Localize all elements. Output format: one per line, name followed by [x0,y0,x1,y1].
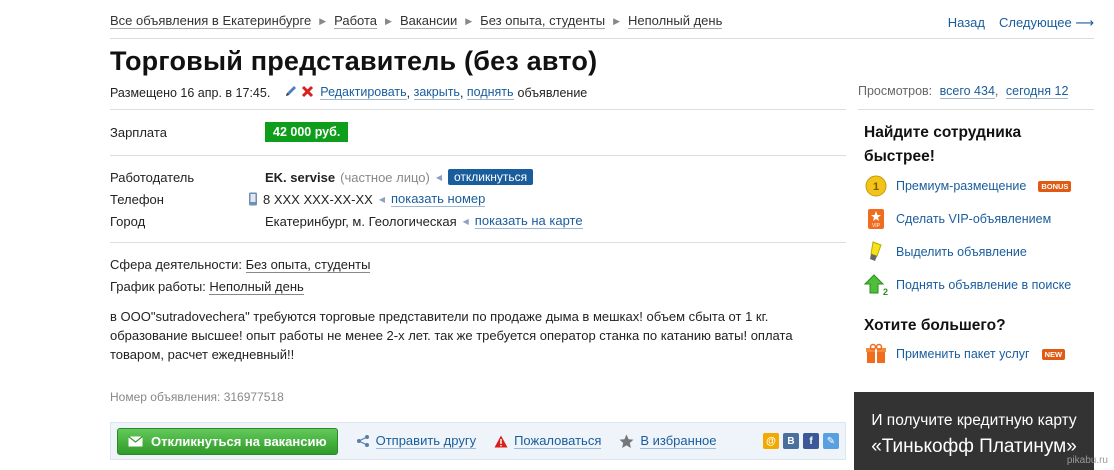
phone-number: 8 XXX XXX-XX-XX [263,191,373,207]
triangle-left-icon: ◀ [435,172,443,182]
social-share: @ В f ✎ [763,433,839,449]
breadcrumb-divider [110,38,1094,39]
vip-icon: VIP [864,207,888,231]
breadcrumb-item-work[interactable]: Работа [334,13,378,29]
banner-line-2: «Тинькофф Платинум» [871,436,1077,457]
new-badge: NEW [1041,348,1066,360]
star-icon [619,434,634,449]
banner-line-1: И получите кредитную карту [871,412,1077,429]
edit-link[interactable]: Редактировать [320,85,407,100]
show-phone-link[interactable]: показать номер [390,191,486,207]
svg-text:VIP: VIP [872,223,881,229]
city-value: Екатеринбург, м. Геологическая [265,213,457,229]
breadcrumb-item-vacancies[interactable]: Вакансии [399,13,458,29]
back-link[interactable]: Назад [948,15,985,31]
posted-date: Размещено 16 апр. в 17:45. [110,85,271,100]
employer-name: EK. servise [265,169,336,185]
ad-description: в ООО"sutradovechera" требуются торговые… [110,309,793,362]
phone-label: Телефон [110,192,164,207]
credit-card-banner[interactable]: И получите кредитную карту «Тинькофф Пла… [854,392,1094,470]
next-link[interactable]: Следующее ⟶ [999,15,1094,31]
sphere-row: Сфера деятельности: Без опыта, студенты [110,257,371,273]
vip-link[interactable]: Сделать VIP-объявлением [896,212,1051,226]
promo-heading: Найдите сотрудника быстрее! [864,124,1022,165]
raise-in-search-link[interactable]: Поднять объявление в поиске [896,278,1071,292]
arrow-up-icon: 2 [864,273,888,297]
package-link[interactable]: Применить пакет услуг [896,347,1030,361]
employer-label: Работодатель [110,170,195,185]
raise-link[interactable]: поднять [466,85,514,100]
divider [110,155,846,156]
breadcrumb-item-all[interactable]: Все объявления в Екатеринбурге [110,13,312,29]
page-title: Торговый представитель (без авто) [110,46,598,76]
apply-button-label: Откликнуться на вакансию [151,433,327,449]
views-counter: Просмотров: всего 434, сегодня 12 [858,84,1069,99]
send-to-friend-link[interactable]: Отправить другу [375,433,477,449]
promo-item-raise[interactable]: 2 Поднять объявление в поиске [864,273,1071,297]
warning-icon [494,435,508,448]
facebook-icon[interactable]: f [803,433,819,449]
vkontakte-icon[interactable]: В [783,433,799,449]
premium-link[interactable]: Премиум-размещение [896,179,1026,193]
close-link[interactable]: закрыть [413,85,460,100]
breadcrumb-separator-icon: ▶ [465,15,473,26]
divider [110,109,846,110]
svg-text:1: 1 [873,181,879,193]
meta-suffix: объявление [517,85,588,100]
employer-type: (частное лицо) [340,169,430,185]
share-icon [356,434,370,448]
show-map-link[interactable]: показать на карте [474,213,583,229]
promo-item-premium[interactable]: 1 Премиум-размещение BONUS [864,174,1072,198]
pencil-icon[interactable] [284,84,298,101]
send-to-friend[interactable]: Отправить другу [356,433,477,449]
highlighter-icon [864,240,888,264]
promo-item-highlight[interactable]: Выделить объявление [864,240,1027,264]
envelope-icon [128,435,143,447]
triangle-left-icon: ◀ [462,216,469,226]
divider [110,242,846,243]
breadcrumb-separator-icon: ▶ [613,15,620,26]
breadcrumb-item-part-time[interactable]: Неполный день [627,13,723,29]
mobile-phone-icon [248,192,258,206]
report[interactable]: Пожаловаться [494,433,602,449]
breadcrumb-separator-icon: ▶ [319,15,327,26]
breadcrumb-item-no-experience[interactable]: Без опыта, студенты [480,13,606,29]
salary-label: Зарплата [110,125,167,140]
action-bar: Откликнуться на вакансию Отправить другу… [110,422,846,460]
respond-button[interactable]: откликнуться [448,169,534,185]
breadcrumb-separator-icon: ▶ [385,15,392,26]
views-label: Просмотров: [858,84,933,98]
promo-heading-more: Хотите большего? [864,317,1006,334]
mail-ru-icon[interactable]: @ [763,433,779,449]
favorite[interactable]: В избранное [619,433,717,449]
city-label: Город [110,214,146,229]
salary-badge: 42 000 руб. [265,122,349,142]
triangle-left-icon: ◀ [378,194,385,204]
views-today[interactable]: сегодня 12 [1005,84,1069,99]
promo-item-vip[interactable]: VIP Сделать VIP-объявлением [864,207,1051,231]
schedule-link[interactable]: Неполный день [209,279,304,295]
ad-navigation: Назад Следующее ⟶ [948,15,1094,31]
apply-button[interactable]: Откликнуться на вакансию [117,427,338,455]
report-link[interactable]: Пожаловаться [514,433,602,449]
sphere-link[interactable]: Без опыта, студенты [245,257,371,273]
favorite-link[interactable]: В избранное [640,433,717,449]
livejournal-pen-icon[interactable]: ✎ [823,433,839,449]
coin-icon: 1 [864,174,888,198]
highlight-link[interactable]: Выделить объявление [896,245,1027,259]
gift-package-icon [864,342,888,366]
ad-number: Номер объявления: 316977518 [110,390,284,404]
svg-text:2: 2 [883,287,888,297]
delete-icon[interactable] [301,85,314,101]
breadcrumb: Все объявления в Екатеринбурге ▶ Работа … [110,13,723,29]
views-total[interactable]: всего 434 [939,84,995,99]
schedule-row: График работы: Неполный день [110,279,304,295]
watermark: pikabu.ru [1066,455,1108,466]
ad-meta: Размещено 16 апр. в 17:45. Редактировать… [110,84,588,101]
sphere-label: Сфера деятельности: [110,257,242,272]
bonus-badge: BONUS [1038,180,1072,192]
divider [858,109,1094,110]
promo-item-package[interactable]: Применить пакет услуг NEW [864,342,1066,366]
schedule-label: График работы: [110,279,206,294]
